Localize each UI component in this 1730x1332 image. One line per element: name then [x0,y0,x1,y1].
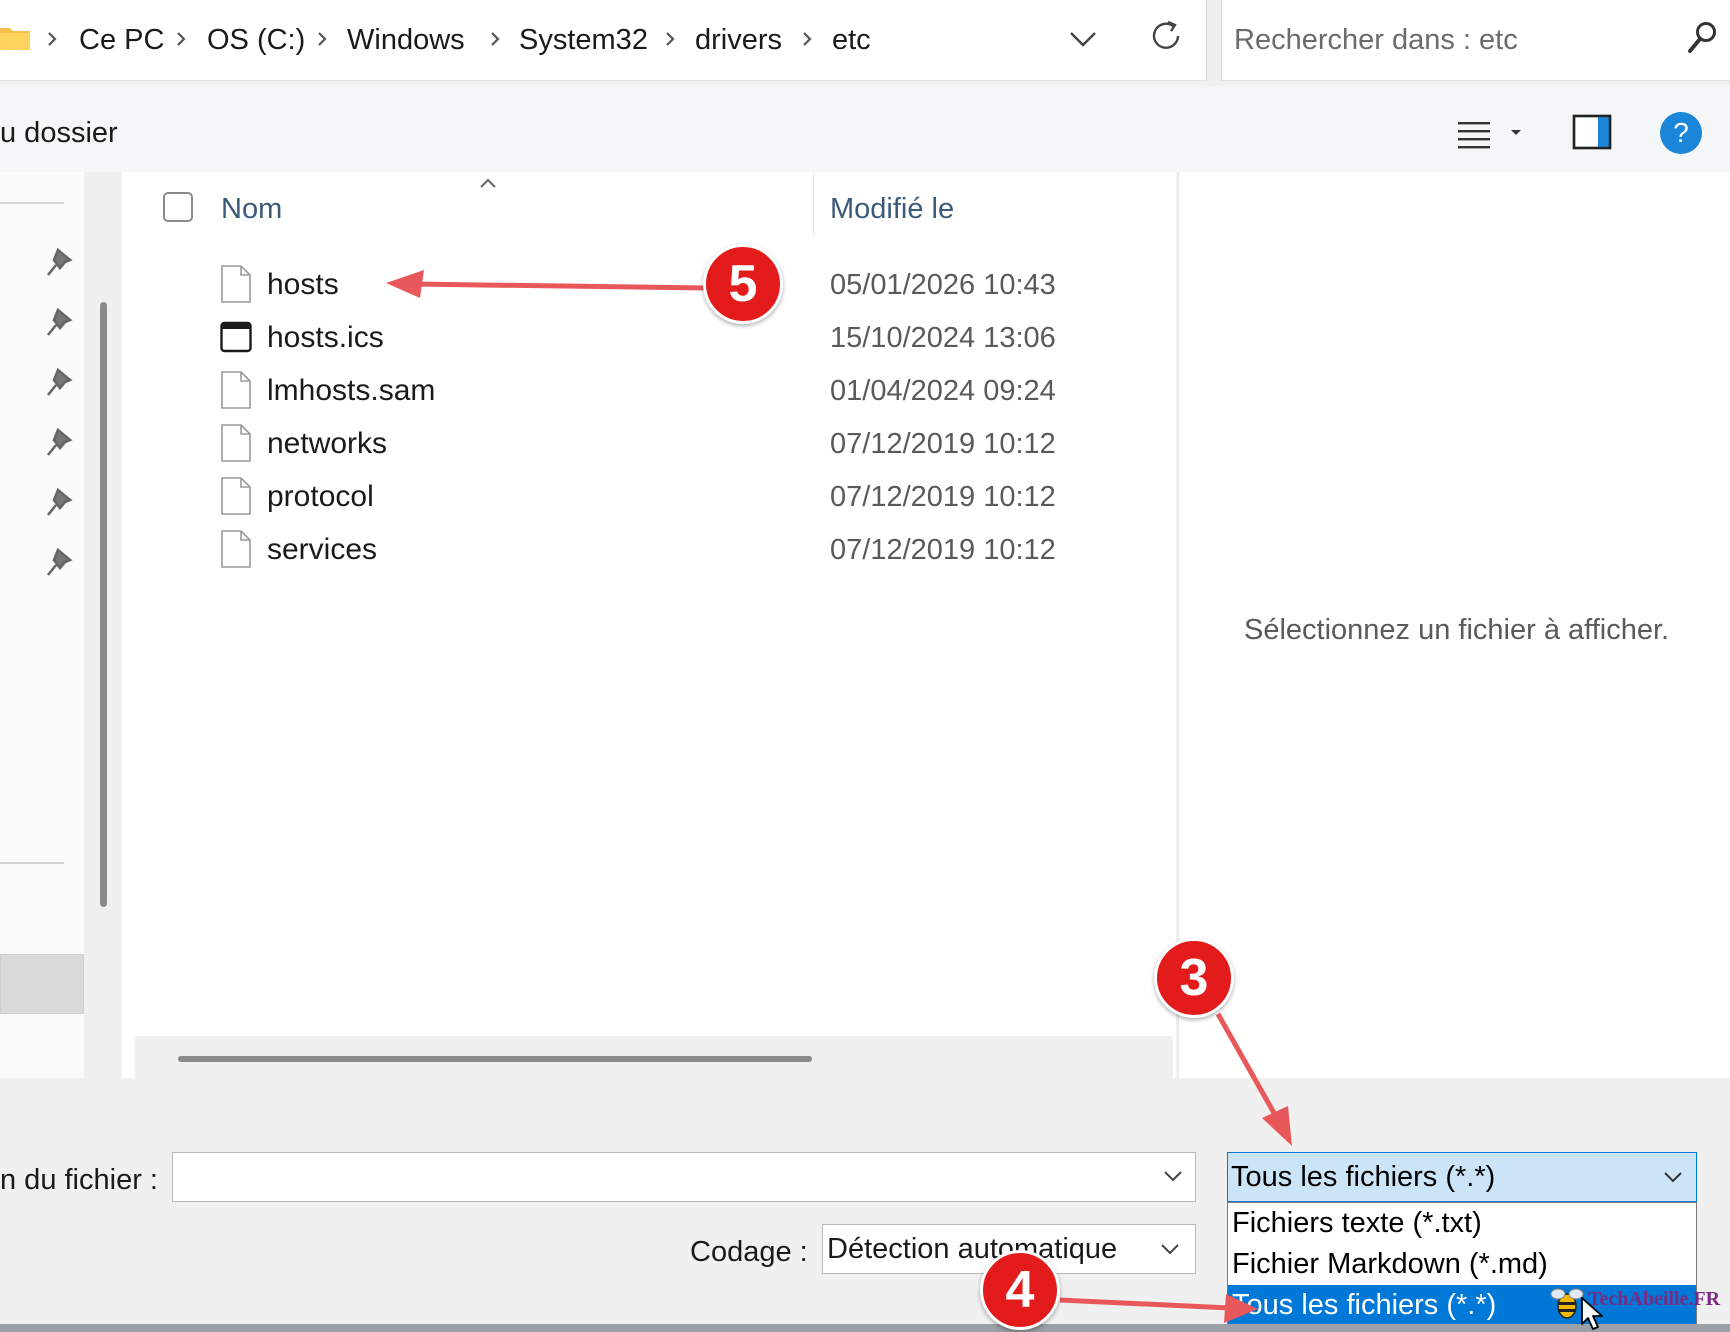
nav-divider [0,862,64,864]
watermark-text: TechAbeille.FR [1588,1288,1721,1310]
file-icon [221,530,251,568]
folder-icon [0,28,30,50]
sort-ascending-icon [480,178,496,188]
address-bar[interactable]: Ce PC OS (C:) Windows System32 drivers e… [0,0,1207,81]
search-input[interactable]: Rechercher dans : etc [1221,0,1730,81]
file-type-select[interactable]: Tous les fichiers (*.*) [1227,1152,1697,1202]
refresh-icon[interactable] [1146,16,1186,56]
file-name: protocol [267,480,374,513]
watermark: TechAbeille.FR [1530,1282,1720,1322]
chevron-right-icon [177,32,186,46]
breadcrumb-item[interactable]: Ce PC [79,20,164,60]
file-row[interactable]: hosts 05/01/2026 10:43 [122,259,1176,311]
pin-icon[interactable] [46,248,74,278]
file-row[interactable]: protocol 07/12/2019 10:12 [122,471,1176,523]
new-folder-button[interactable]: u dossier [0,113,118,153]
nav-selected-item[interactable] [0,954,84,1014]
chevron-right-icon [803,32,812,46]
column-divider[interactable] [813,172,814,236]
file-row[interactable]: services 07/12/2019 10:12 [122,524,1176,576]
step-badge-4: 4 [980,1250,1060,1330]
pin-icon[interactable] [46,488,74,518]
window-bottom-edge [0,1324,1730,1332]
file-date: 07/12/2019 10:12 [830,428,1056,460]
nav-divider [0,202,64,204]
step-badge-3: 3 [1154,938,1234,1018]
pin-icon[interactable] [46,368,74,398]
mouse-cursor-icon [1581,1297,1603,1330]
column-header-modified[interactable]: Modifié le [830,189,954,229]
file-date: 05/01/2026 10:43 [830,269,1056,301]
file-type-option[interactable]: Fichier Markdown (*.md) [1228,1244,1696,1285]
breadcrumb-item[interactable]: Windows [347,20,465,60]
file-name: lmhosts.sam [267,374,436,407]
horizontal-scroll-thumb[interactable] [178,1056,812,1062]
file-date: 01/04/2024 09:24 [830,375,1056,407]
file-icon [221,477,251,515]
search-icon[interactable] [1685,20,1719,56]
breadcrumb-item[interactable]: drivers [695,20,782,60]
filename-label: n du fichier : [0,1164,158,1196]
file-icon [221,424,251,462]
help-button[interactable]: ? [1660,112,1702,154]
pin-icon[interactable] [46,428,74,458]
pin-icon[interactable] [46,548,74,578]
file-date: 07/12/2019 10:12 [830,481,1056,513]
file-icon [221,371,251,409]
column-header-name[interactable]: Nom [221,189,282,229]
view-dropdown-icon[interactable] [1508,124,1524,140]
file-type-value: Tous les fichiers (*.*) [1231,1161,1496,1193]
chevron-right-icon [48,32,57,46]
breadcrumb-item[interactable]: System32 [519,20,648,60]
preview-pane-icon[interactable] [1572,114,1612,150]
search-placeholder: Rechercher dans : etc [1234,24,1518,56]
chevron-down-icon[interactable] [1662,1169,1684,1185]
pin-icon[interactable] [46,308,74,338]
breadcrumb-item[interactable]: OS (C:) [207,20,305,60]
file-date: 07/12/2019 10:12 [830,534,1056,566]
file-row[interactable]: hosts.ics 15/10/2024 13:06 [122,312,1176,364]
file-row[interactable]: networks 07/12/2019 10:12 [122,418,1176,470]
chevron-right-icon [666,32,675,46]
chevron-down-icon[interactable] [1162,1168,1184,1184]
file-date: 15/10/2024 13:06 [830,322,1056,354]
breadcrumb-item[interactable]: etc [832,20,871,60]
list-view-icon[interactable] [1452,114,1496,154]
chevron-down-icon[interactable] [1066,22,1100,56]
file-type-option[interactable]: Fichiers texte (*.txt) [1228,1203,1696,1244]
select-all-checkbox[interactable] [163,192,193,222]
nav-scrollbar[interactable] [100,302,107,907]
file-name: hosts [267,268,339,301]
encoding-label: Codage : [690,1236,808,1268]
chevron-down-icon[interactable] [1159,1241,1181,1257]
file-icon [221,265,251,303]
preview-message: Sélectionnez un fichier à afficher. [1244,614,1670,646]
bee-icon [1550,1288,1584,1319]
window-file-icon [220,321,252,353]
chevron-right-icon [318,32,327,46]
encoding-value: Détection automatique [827,1233,1118,1265]
file-row[interactable]: lmhosts.sam 01/04/2024 09:24 [122,365,1176,417]
file-name: hosts.ics [267,321,384,354]
chevron-right-icon [491,32,500,46]
filename-input[interactable] [172,1152,1196,1202]
file-name: services [267,533,378,566]
step-badge-5: 5 [703,244,783,324]
file-name: networks [267,427,388,460]
navigation-pane [0,172,84,1078]
